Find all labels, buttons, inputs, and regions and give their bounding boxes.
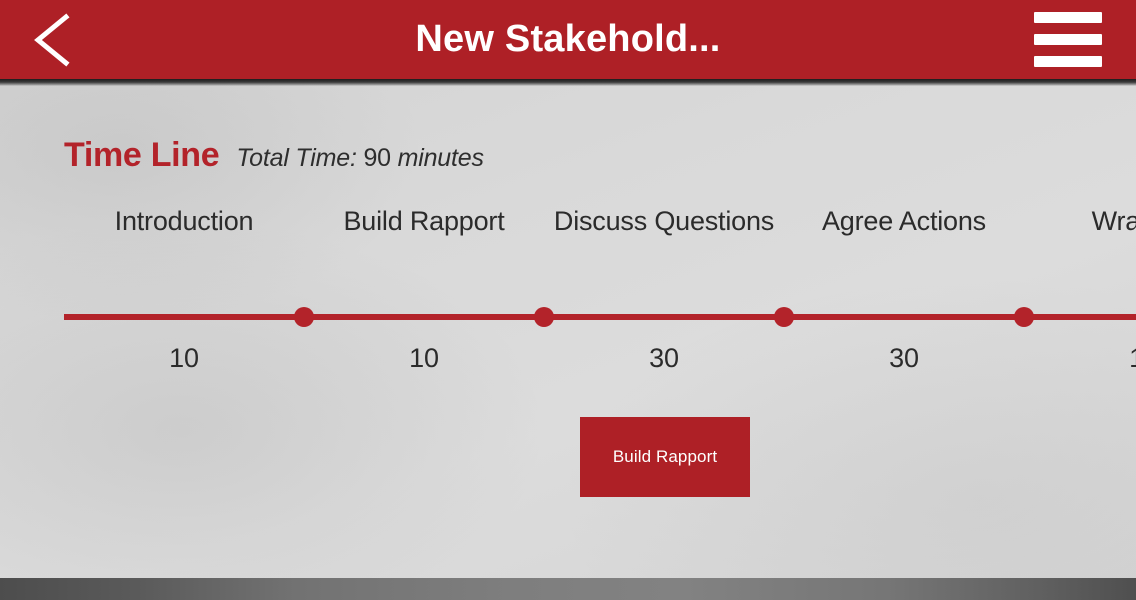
total-time-value: 90 <box>363 144 391 172</box>
timeline-durations: 10 10 30 30 10 <box>64 339 1136 389</box>
total-time-label: Total Time: <box>236 144 357 172</box>
timeline-stage-label: Wrap Up <box>1091 206 1136 236</box>
hamburger-menu-icon-bar-3 <box>1034 56 1102 67</box>
section-header: Time Line Total Time: 90 minutes <box>64 136 484 175</box>
timeline: Introduction Build Rapport Discuss Questio… <box>0 201 1136 386</box>
timeline-stage-label: Build Rapport <box>343 206 505 236</box>
timeline-marker-dot <box>294 307 314 327</box>
timeline-marker-dot <box>774 307 794 327</box>
hamburger-menu-icon-bar-2 <box>1034 34 1102 45</box>
content-area: Time Line Total Time: 90 minutes Introdu… <box>0 86 1136 578</box>
hamburger-menu-button[interactable] <box>1034 0 1120 79</box>
timeline-stage-duration: 30 <box>889 343 919 373</box>
timeline-stage-duration: 10 <box>169 343 199 373</box>
timeline-stage-duration: 30 <box>649 343 679 373</box>
timeline-marker-dot <box>1014 307 1034 327</box>
app-header: New Stakehold... <box>0 0 1136 79</box>
timeline-stage-duration: 10 <box>1024 339 1136 377</box>
hamburger-menu-icon-bar-1 <box>1034 12 1102 23</box>
timeline-marker-dot <box>534 307 554 327</box>
timeline-stage-label: Agree Actions <box>821 206 986 236</box>
timeline-stage-label: Introduction <box>114 206 254 236</box>
build-rapport-button[interactable]: Build Rapport <box>580 417 750 497</box>
total-time-text: Total Time: 90 minutes <box>236 144 484 173</box>
header-shadow <box>0 79 1136 86</box>
timeline-stage-label: Discuss Questions <box>553 206 775 236</box>
bottom-bar <box>0 578 1136 600</box>
back-button[interactable] <box>10 0 96 79</box>
section-title: Time Line <box>64 136 220 174</box>
timeline-stage-duration: 10 <box>409 343 439 373</box>
timeline-stage-labels: Introduction Build Rapport Discuss Questio… <box>64 201 1136 281</box>
timeline-axis <box>64 314 1136 320</box>
chevron-left-icon <box>29 12 77 68</box>
total-time-unit: minutes <box>397 144 484 172</box>
page-title: New Stakehold... <box>415 18 721 60</box>
app-root: New Stakehold... Time Line Total Time: 9… <box>0 0 1136 600</box>
